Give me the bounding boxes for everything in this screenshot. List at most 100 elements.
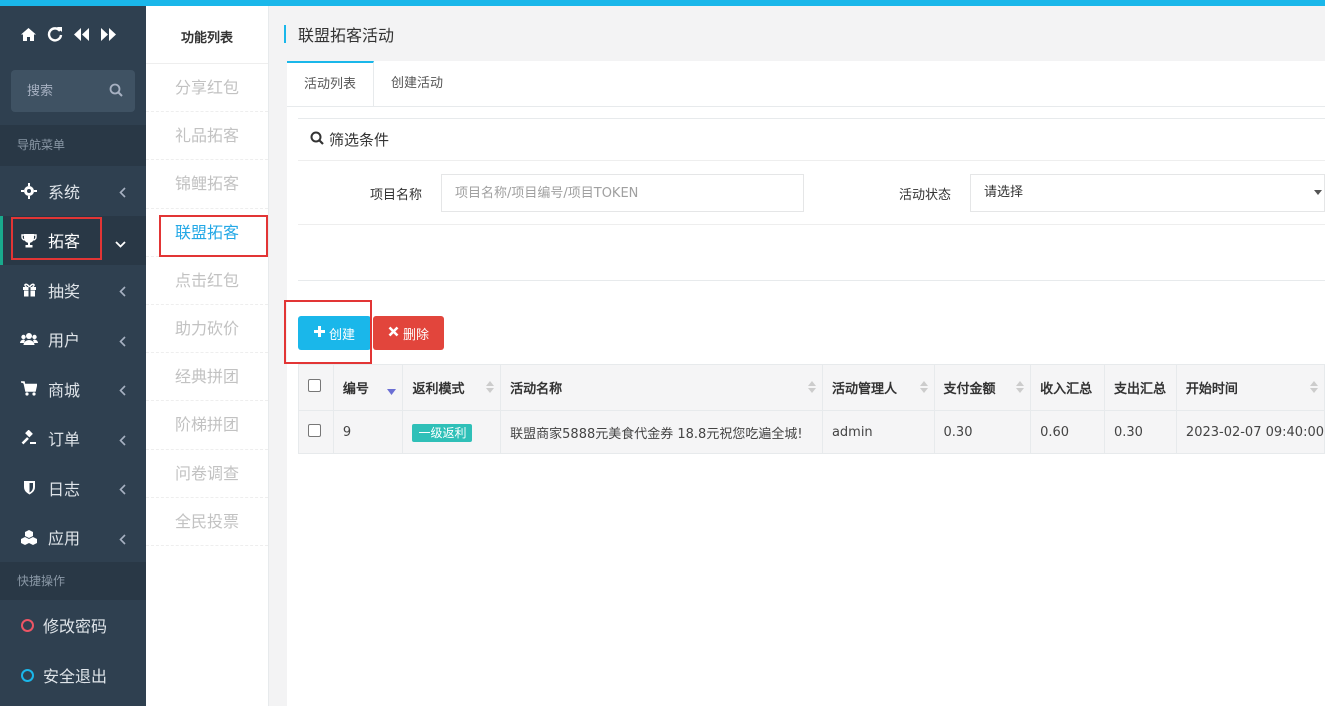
cell-start: 2023-02-07 09:40:00 <box>1175 410 1325 454</box>
select-all-cell <box>298 364 334 411</box>
row-checkbox[interactable] <box>308 423 321 437</box>
sidebar-item-label: 用户 <box>48 331 81 351</box>
sidebar-item-lottery[interactable]: 抽奖 <box>0 265 146 315</box>
tab-activity-list[interactable]: 活动列表 <box>287 61 375 106</box>
cell-manager: admin <box>821 410 935 454</box>
cell-id: 9 <box>332 410 404 454</box>
highlight-annotation <box>11 217 102 260</box>
chevron-left-icon <box>119 183 126 202</box>
col-manager[interactable]: 活动管理人 <box>821 364 935 411</box>
table-header-row: 编号 返利模式 活动名称 活动管理人 支付金额 收入汇总 支出汇总 开始时间 <box>298 364 1325 411</box>
nav-section-label: 导航菜单 <box>0 125 146 166</box>
table-row[interactable]: 9 一级返利 联盟商家5888元美食代金券 18.8元祝您吃遍全城! admin… <box>298 410 1325 454</box>
func-item[interactable]: 助力砍价 <box>146 305 268 354</box>
col-income[interactable]: 收入汇总 <box>1030 364 1105 411</box>
tab-bar: 活动列表 创建活动 <box>287 61 1325 107</box>
sidebar-item-mall[interactable]: 商城 <box>0 364 146 414</box>
backward-icon[interactable] <box>73 27 90 42</box>
sidebar-item-users[interactable]: 用户 <box>0 315 146 365</box>
chevron-down-icon <box>115 233 126 252</box>
sidebar-item-label: 订单 <box>48 430 81 450</box>
func-item[interactable]: 点击红包 <box>146 257 268 305</box>
cell-income: 0.60 <box>1030 410 1105 454</box>
sort-icon <box>1310 380 1318 398</box>
circle-icon <box>21 618 34 632</box>
sort-icon <box>1016 380 1025 398</box>
mode-badge: 一级返利 <box>412 423 473 442</box>
home-icon[interactable] <box>20 27 37 42</box>
sort-icon <box>807 380 816 398</box>
col-pay[interactable]: 支付金额 <box>933 364 1032 411</box>
sidebar-item-orders[interactable]: 订单 <box>0 414 146 464</box>
project-input[interactable] <box>441 174 804 212</box>
sidebar-search[interactable] <box>11 70 135 112</box>
function-list-title: 功能列表 <box>146 6 268 64</box>
col-name[interactable]: 活动名称 <box>500 364 823 411</box>
forward-icon[interactable] <box>100 27 117 42</box>
chevron-left-icon <box>119 431 126 450</box>
col-id[interactable]: 编号 <box>332 364 404 411</box>
sidebar-item-label: 系统 <box>48 182 81 202</box>
sidebar-toolbar <box>0 6 146 62</box>
gear-icon <box>20 182 38 199</box>
search-icon[interactable] <box>109 83 123 101</box>
status-select[interactable]: 请选择 <box>970 174 1325 212</box>
sidebar-item-label: 抽奖 <box>48 281 81 301</box>
status-label: 活动状态 <box>899 187 952 203</box>
chevron-left-icon <box>119 332 126 351</box>
sort-icon <box>486 380 495 398</box>
sort-icon <box>919 380 928 398</box>
sidebar-item-apps[interactable]: 应用 <box>0 513 146 563</box>
select-all-checkbox[interactable] <box>308 379 321 392</box>
func-item[interactable]: 阶梯拼团 <box>146 401 268 450</box>
main-content: 联盟拓客活动 活动列表 创建活动 筛选条件 项目名称 活动状态 请选择 <box>270 6 1325 706</box>
refresh-icon[interactable] <box>47 26 63 42</box>
func-item[interactable]: 全民投票 <box>146 498 268 546</box>
func-item[interactable]: 问卷调查 <box>146 450 268 498</box>
gavel-icon <box>20 430 38 446</box>
filter-panel: 筛选条件 项目名称 活动状态 请选择 <box>298 118 1325 281</box>
status-select-value: 请选择 <box>984 185 1024 200</box>
cell-name: 联盟商家5888元美食代金券 18.8元祝您吃遍全城! <box>500 410 823 454</box>
delete-button[interactable]: 删除 <box>373 316 444 350</box>
col-expense[interactable]: 支出汇总 <box>1103 364 1177 411</box>
quick-item-label: 安全退出 <box>43 667 108 686</box>
users-icon <box>20 332 38 346</box>
project-filter: 项目名称 <box>370 174 422 212</box>
col-start[interactable]: 开始时间 <box>1175 364 1325 411</box>
caret-down-icon <box>1314 175 1322 226</box>
func-item[interactable]: 锦鲤拓客 <box>146 160 268 209</box>
chevron-left-icon <box>119 381 126 400</box>
col-mode[interactable]: 返利模式 <box>402 364 502 411</box>
status-filter: 活动状态 <box>899 174 951 212</box>
logout-link[interactable]: 安全退出 <box>0 650 146 700</box>
func-item[interactable]: 经典拼团 <box>146 353 268 402</box>
sidebar-item-label: 日志 <box>48 479 81 499</box>
delete-button-label: 删除 <box>402 327 429 343</box>
change-password-link[interactable]: 修改密码 <box>0 600 146 650</box>
filter-heading: 筛选条件 <box>298 119 1325 161</box>
function-list: 功能列表 分享红包 礼品拓客 锦鲤拓客 联盟拓客 点击红包 助力砍价 经典拼团 … <box>146 6 269 706</box>
cart-icon <box>20 381 38 396</box>
filter-divider <box>298 224 1325 225</box>
project-label: 项目名称 <box>370 187 423 203</box>
row-select-cell <box>298 410 334 454</box>
close-icon <box>388 326 399 341</box>
tab-create-activity[interactable]: 创建活动 <box>374 61 460 106</box>
filter-heading-text: 筛选条件 <box>329 131 390 149</box>
title-accent <box>284 24 286 43</box>
chevron-left-icon <box>119 530 126 549</box>
highlight-annotation <box>159 215 268 257</box>
sort-desc-icon <box>387 384 397 399</box>
page-header: 联盟拓客活动 <box>270 6 1325 61</box>
quick-item-label: 修改密码 <box>43 617 108 636</box>
func-item[interactable]: 礼品拓客 <box>146 112 268 161</box>
quick-section-label: 快捷操作 <box>0 562 146 600</box>
search-icon <box>310 131 324 149</box>
sidebar-item-logs[interactable]: 日志 <box>0 463 146 513</box>
func-item[interactable]: 分享红包 <box>146 64 268 113</box>
sidebar-item-system[interactable]: 系统 <box>0 166 146 216</box>
page-title: 联盟拓客活动 <box>298 25 395 45</box>
shield-icon <box>20 480 38 495</box>
sidebar-item-label: 商城 <box>48 380 81 400</box>
